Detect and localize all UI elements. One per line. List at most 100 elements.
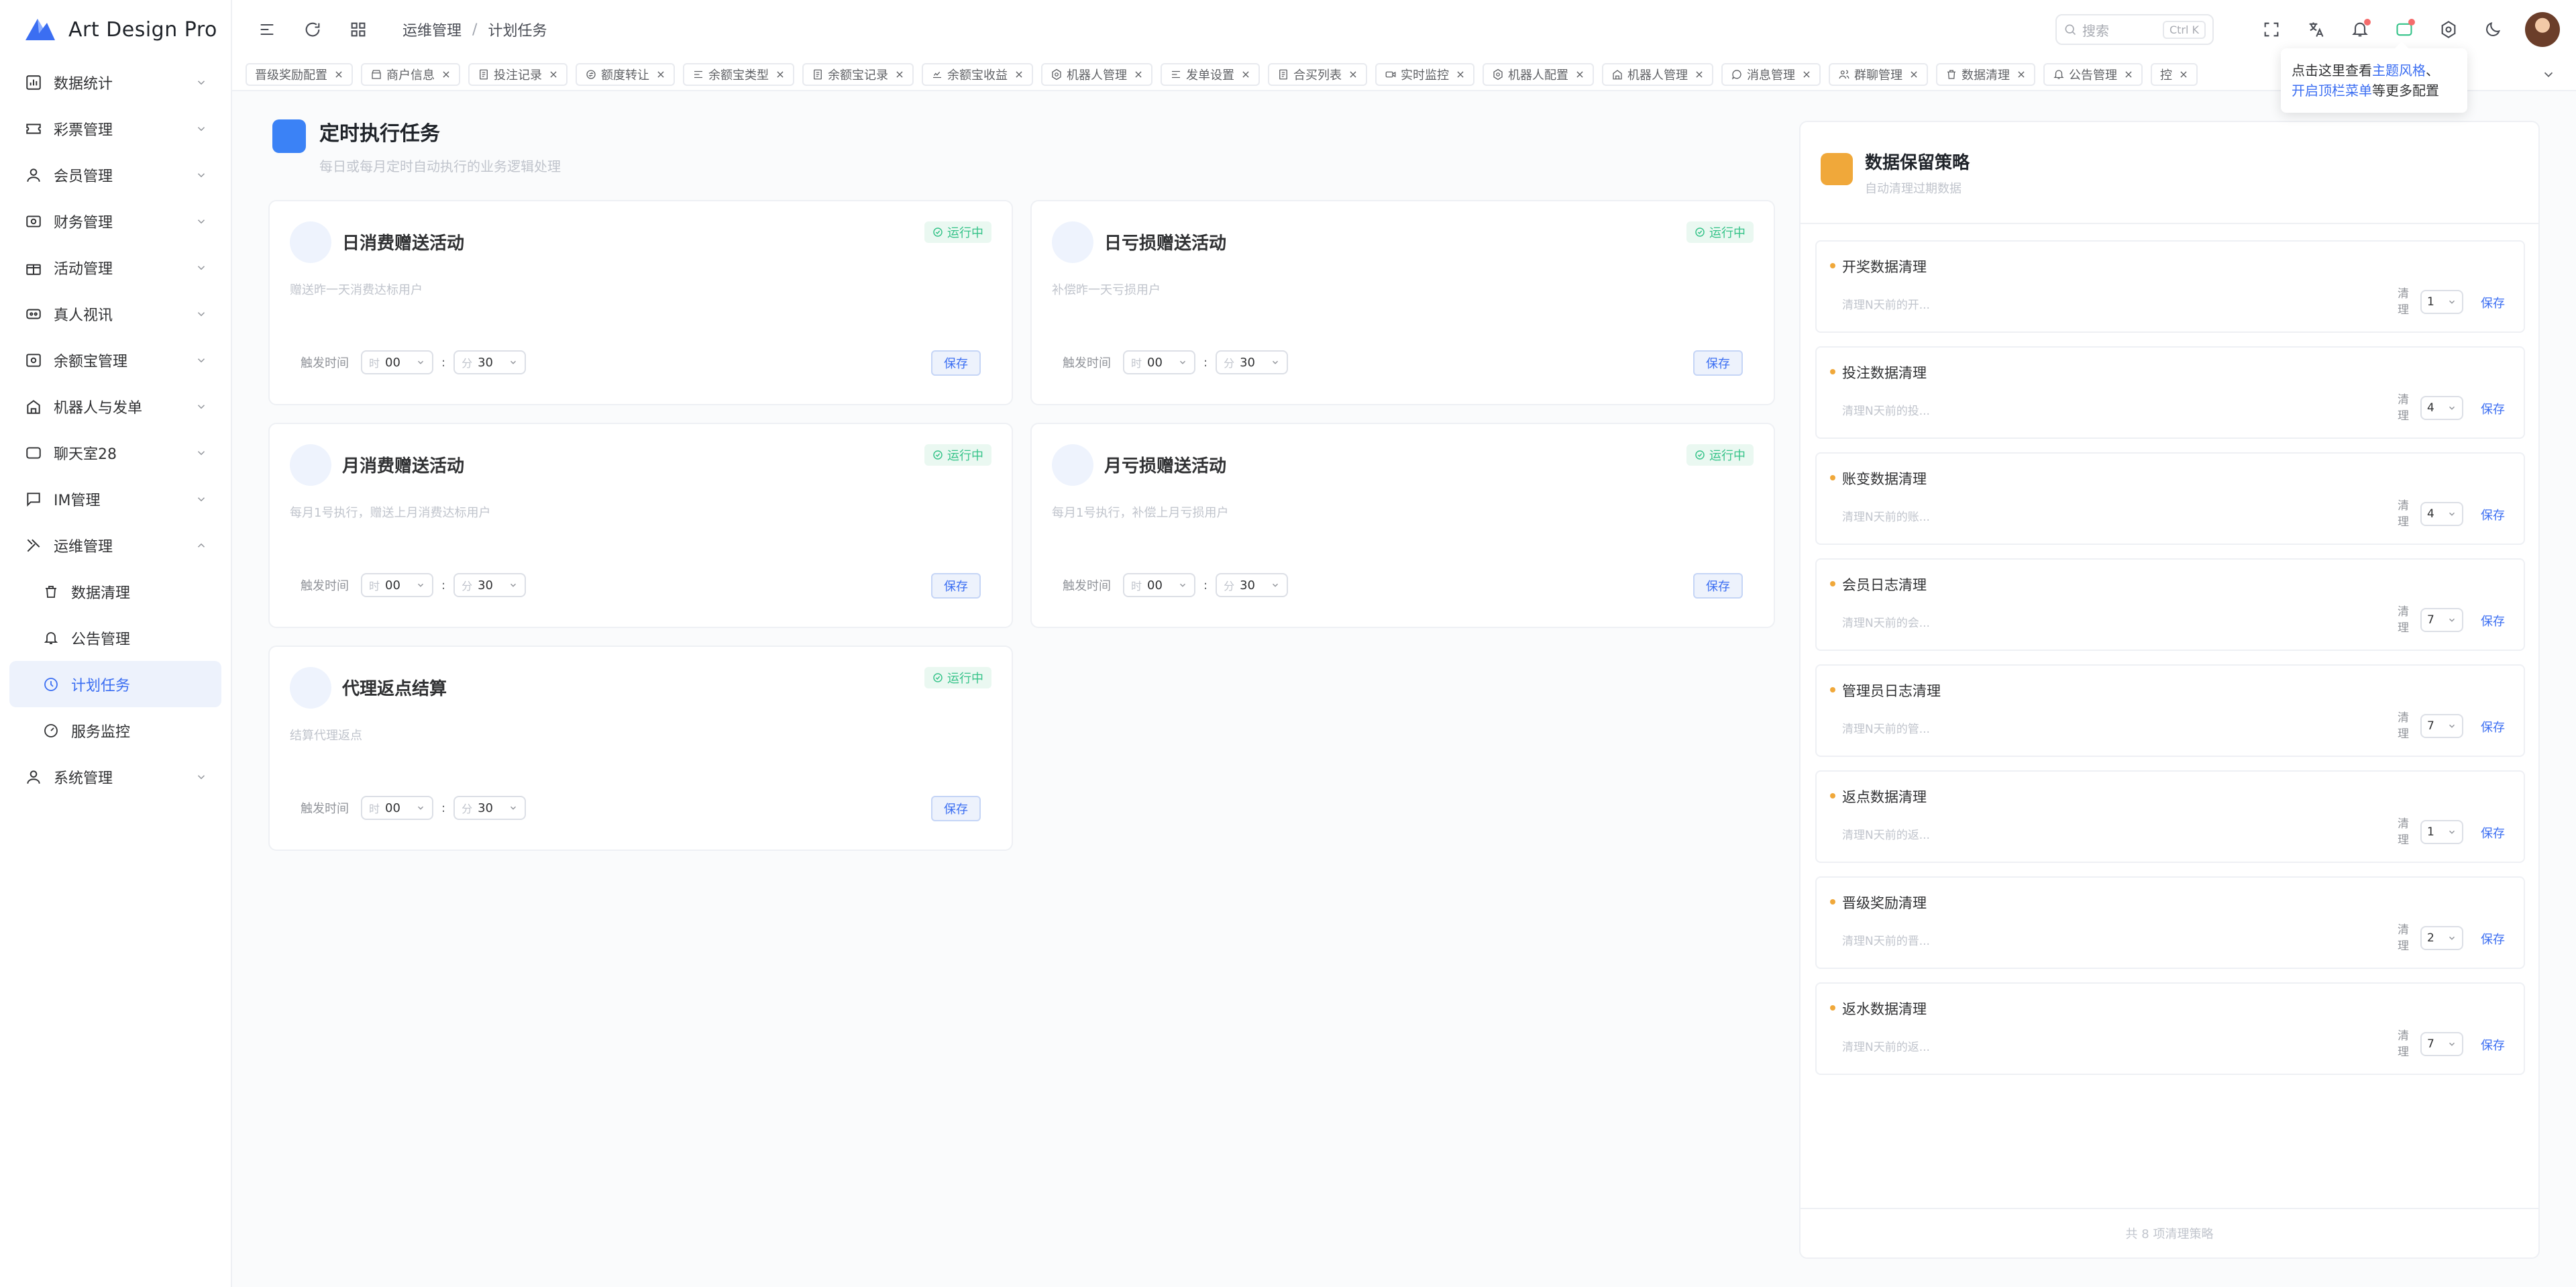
close-icon[interactable] (1348, 70, 1358, 79)
hour-select[interactable]: 时 00 (361, 573, 433, 597)
tabs-more-chevron-icon[interactable] (2541, 67, 2556, 85)
close-icon[interactable] (2179, 70, 2188, 79)
sidebar-item-ops[interactable]: 运维管理 (9, 522, 221, 568)
sidebar-item-im[interactable]: IM管理 (9, 476, 221, 522)
policy-days-input[interactable]: 清理N天前的管... (1842, 719, 1930, 736)
save-link[interactable]: 保存 (2481, 824, 2505, 841)
sidebar-subitem-data-clean[interactable]: 数据清理 (9, 568, 221, 615)
close-icon[interactable] (441, 70, 451, 79)
worktab-item[interactable]: 余额宝类型 (683, 63, 794, 86)
avatar[interactable] (2525, 12, 2560, 47)
grid-icon[interactable] (343, 15, 373, 44)
minute-select[interactable]: 分 30 (453, 573, 527, 597)
menu-toggle-icon[interactable] (252, 15, 282, 44)
save-link[interactable]: 保存 (2481, 400, 2505, 417)
sidebar-subitem-scheduled-tasks[interactable]: 计划任务 (9, 661, 221, 707)
close-icon[interactable] (656, 70, 665, 79)
policy-select[interactable]: 7 (2420, 714, 2463, 738)
translate-icon[interactable] (2302, 16, 2329, 43)
close-icon[interactable] (775, 70, 785, 79)
close-icon[interactable] (2124, 70, 2133, 79)
worktab-item[interactable]: 消息管理 (1721, 63, 1821, 86)
sidebar-item-system[interactable]: 系统管理 (9, 754, 221, 800)
sidebar-item-chatroom[interactable]: 聊天室28 (9, 429, 221, 476)
minute-select[interactable]: 分 30 (453, 796, 527, 820)
sidebar-item-data-stats[interactable]: 数据统计 (9, 59, 221, 105)
save-button[interactable]: 保存 (931, 796, 981, 821)
close-icon[interactable] (1909, 70, 1919, 79)
worktab-item[interactable]: 机器人管理 (1041, 63, 1152, 86)
policy-select[interactable]: 4 (2420, 502, 2463, 526)
fullscreen-icon[interactable] (2258, 16, 2285, 43)
worktab-item[interactable]: 余额宝收益 (922, 63, 1033, 86)
worktab-item[interactable]: 发单设置 (1161, 63, 1260, 86)
worktab-item[interactable]: 合买列表 (1268, 63, 1367, 86)
save-button[interactable]: 保存 (1693, 573, 1743, 599)
close-icon[interactable] (1014, 70, 1024, 79)
close-icon[interactable] (1134, 70, 1143, 79)
save-button[interactable]: 保存 (931, 350, 981, 376)
dark-mode-icon[interactable] (2479, 16, 2506, 43)
gear-icon[interactable] (2435, 16, 2462, 43)
worktab-item[interactable]: 机器人配置 (1483, 63, 1594, 86)
worktab-item[interactable]: 机器人管理 (1602, 63, 1713, 86)
hour-select[interactable]: 时 00 (361, 796, 433, 820)
policy-days-input[interactable]: 清理N天前的会... (1842, 613, 1930, 630)
save-button[interactable]: 保存 (931, 573, 981, 599)
minute-select[interactable]: 分 30 (1216, 573, 1289, 597)
save-link[interactable]: 保存 (2481, 1036, 2505, 1053)
save-link[interactable]: 保存 (2481, 718, 2505, 735)
sidebar-item-lottery[interactable]: 彩票管理 (9, 105, 221, 152)
close-icon[interactable] (1456, 70, 1465, 79)
hour-select[interactable]: 时 00 (361, 350, 433, 374)
sidebar-item-members[interactable]: 会员管理 (9, 152, 221, 198)
save-link[interactable]: 保存 (2481, 294, 2505, 311)
sidebar-subitem-service-monitor[interactable]: 服务监控 (9, 707, 221, 754)
worktab-item[interactable]: 群聊管理 (1829, 63, 1928, 86)
close-icon[interactable] (895, 70, 904, 79)
save-link[interactable]: 保存 (2481, 930, 2505, 947)
policy-days-input[interactable]: 清理N天前的返... (1842, 1037, 1930, 1054)
policy-days-input[interactable]: 清理N天前的晋... (1842, 931, 1930, 948)
worktab-item[interactable]: 实时监控 (1375, 63, 1474, 86)
close-icon[interactable] (1241, 70, 1250, 79)
logo[interactable]: Art Design Pro (0, 0, 231, 59)
policy-select[interactable]: 1 (2420, 820, 2463, 844)
refresh-icon[interactable] (298, 15, 327, 44)
minute-select[interactable]: 分 30 (1216, 350, 1289, 374)
policy-days-input[interactable]: 清理N天前的投... (1842, 401, 1930, 418)
theme-style-link[interactable]: 主题风格 (2372, 62, 2426, 79)
sidebar-subitem-announcements[interactable]: 公告管理 (9, 615, 221, 661)
worktab-item[interactable]: 商户信息 (361, 63, 460, 86)
sidebar-item-robots[interactable]: 机器人与发单 (9, 383, 221, 429)
notification-bell-icon[interactable] (2347, 16, 2373, 43)
hour-select[interactable]: 时 00 (1123, 350, 1195, 374)
chat-bubble-icon[interactable] (2391, 16, 2418, 43)
worktab-item[interactable]: 余额宝记录 (802, 63, 914, 86)
policy-select[interactable]: 7 (2420, 608, 2463, 632)
worktab-item[interactable]: 投注记录 (468, 63, 568, 86)
save-link[interactable]: 保存 (2481, 506, 2505, 523)
sidebar-item-yuebao[interactable]: 余额宝管理 (9, 337, 221, 383)
close-icon[interactable] (1802, 70, 1811, 79)
sidebar-item-finance[interactable]: 财务管理 (9, 198, 221, 244)
top-menu-link[interactable]: 开启顶栏菜单 (2292, 83, 2372, 99)
policy-select[interactable]: 7 (2420, 1032, 2463, 1056)
close-icon[interactable] (1575, 70, 1585, 79)
close-icon[interactable] (549, 70, 558, 79)
close-icon[interactable] (1695, 70, 1704, 79)
policy-select[interactable]: 4 (2420, 396, 2463, 420)
worktab-item[interactable]: 控 (2151, 63, 2198, 86)
close-icon[interactable] (2017, 70, 2026, 79)
minute-select[interactable]: 分 30 (453, 350, 527, 374)
policy-days-input[interactable]: 清理N天前的开... (1842, 295, 1930, 312)
worktab-item[interactable]: 数据清理 (1936, 63, 2035, 86)
hour-select[interactable]: 时 00 (1123, 573, 1195, 597)
policy-select[interactable]: 1 (2420, 290, 2463, 314)
search-input[interactable]: 搜索 Ctrl K (2055, 14, 2214, 45)
worktab-item[interactable]: 额度转让 (576, 63, 675, 86)
breadcrumb-item[interactable]: 运维管理 (402, 19, 462, 40)
sidebar-item-live-video[interactable]: 真人视讯 (9, 291, 221, 337)
save-button[interactable]: 保存 (1693, 350, 1743, 376)
worktab-item[interactable]: 公告管理 (2043, 63, 2143, 86)
